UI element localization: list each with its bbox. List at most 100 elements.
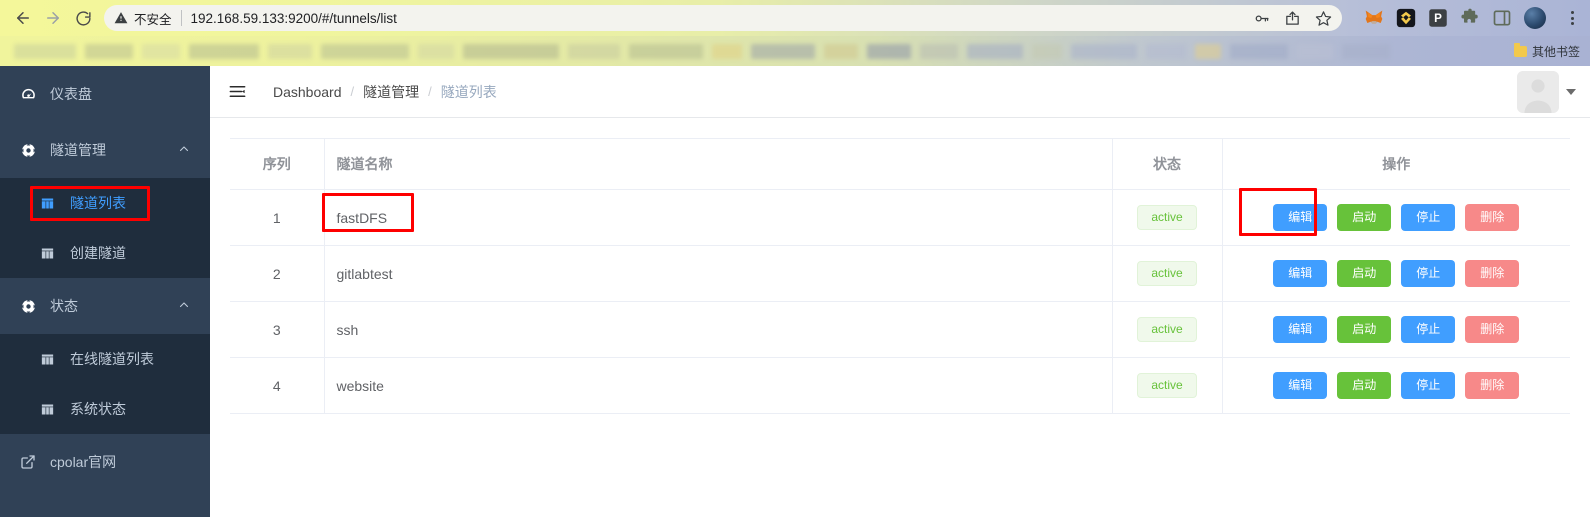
table-row[interactable]: 3 ssh active 编辑 启动 停止 删除: [230, 301, 1570, 358]
other-bookmarks-button[interactable]: 其他书签: [1513, 43, 1590, 60]
edit-button[interactable]: 编辑: [1273, 259, 1328, 288]
sidebar-item-tunnel-list[interactable]: 隧道列表: [0, 178, 210, 228]
sidebar-item-dashboard[interactable]: 仪表盘: [0, 66, 210, 122]
sidebar-item-label: 状态: [50, 298, 78, 314]
back-arrow-icon[interactable]: [8, 3, 38, 33]
grid-table-icon: [40, 246, 62, 261]
address-bar[interactable]: 不安全 192.168.59.133:9200/#/tunnels/list: [104, 5, 1342, 31]
delete-button[interactable]: 删除: [1465, 259, 1520, 288]
sidebar-item-online-tunnel-list[interactable]: 在线隧道列表: [0, 334, 210, 384]
column-header-status: 状态: [1111, 138, 1223, 190]
stop-button[interactable]: 停止: [1401, 203, 1456, 232]
submenu-tunnel-management: 隧道列表 创建隧道: [0, 178, 210, 278]
start-button[interactable]: 启动: [1337, 259, 1392, 288]
browser-toolbar: 不安全 192.168.59.133:9200/#/tunnels/list P: [0, 0, 1590, 36]
user-avatar-icon[interactable]: [1517, 70, 1559, 113]
caret-down-icon[interactable]: [1566, 88, 1576, 95]
sidebar-item-label: 系统状态: [70, 401, 126, 417]
application-root: 仪表盘 隧道管理 隧道列表 创建隧道 状态 在线隧道列表 系统状态 cpolar…: [0, 66, 1590, 517]
sidebar-item-cpolar-website[interactable]: cpolar官网: [0, 434, 210, 490]
omnibox-divider: [180, 10, 182, 26]
table-row[interactable]: 4 website active 编辑 启动 停止 删除: [230, 357, 1570, 414]
status-badge: active: [1137, 260, 1197, 287]
breadcrumb-item-dashboard[interactable]: Dashboard: [273, 84, 342, 100]
start-button[interactable]: 启动: [1337, 203, 1392, 232]
cell-operations: 编辑 启动 停止 删除: [1222, 245, 1570, 302]
chevron-up-icon: [178, 142, 190, 158]
user-menu[interactable]: [1517, 70, 1576, 113]
extension-icons: P: [1350, 7, 1582, 29]
edit-button[interactable]: 编辑: [1273, 203, 1328, 232]
breadcrumb-item-tunnel-management[interactable]: 隧道管理: [363, 82, 419, 102]
sidebar-group-tunnel-management[interactable]: 隧道管理: [0, 122, 210, 178]
edit-button[interactable]: 编辑: [1273, 315, 1328, 344]
sidebar-item-label: 隧道列表: [70, 195, 126, 211]
profile-avatar-icon[interactable]: [1524, 7, 1546, 29]
breadcrumb-separator: /: [350, 84, 355, 99]
dashboard-gauge-icon: [20, 86, 44, 103]
sidebar-group-status[interactable]: 状态: [0, 278, 210, 334]
cell-seq: 2: [230, 245, 325, 302]
status-badge: active: [1137, 204, 1197, 231]
stop-button[interactable]: 停止: [1401, 315, 1456, 344]
bitkeep-wallet-icon[interactable]: [1396, 8, 1416, 28]
grid-table-icon: [40, 196, 62, 211]
delete-button[interactable]: 删除: [1465, 371, 1520, 400]
main-area: Dashboard / 隧道管理 / 隧道列表 序列 隧道名称 状态 操作 1 …: [210, 66, 1590, 517]
security-label: 不安全: [134, 12, 172, 27]
column-header-seq: 序列: [230, 138, 325, 190]
reload-icon[interactable]: [68, 3, 98, 33]
breadcrumb-item-tunnel-list: 隧道列表: [440, 83, 497, 100]
tunnel-node-icon: [20, 142, 44, 159]
cell-operations: 编辑 启动 停止 删除: [1222, 189, 1570, 246]
security-indicator[interactable]: 不安全: [114, 9, 172, 28]
metamask-fox-icon[interactable]: [1364, 8, 1384, 28]
collapse-menu-icon[interactable]: [228, 82, 247, 101]
sidebar: 仪表盘 隧道管理 隧道列表 创建隧道 状态 在线隧道列表 系统状态 cpolar…: [0, 66, 210, 517]
start-button[interactable]: 启动: [1337, 371, 1392, 400]
table-body: 1 fastDFS active 编辑 启动 停止 删除 2 gitlabtes…: [230, 189, 1570, 414]
cell-status: active: [1111, 245, 1223, 302]
table-header: 序列 隧道名称 状态 操作: [230, 138, 1570, 190]
cell-seq: 4: [230, 357, 325, 414]
column-header-operations: 操作: [1222, 138, 1570, 190]
sidebar-item-label: 仪表盘: [50, 86, 92, 102]
sidebar-item-label: 在线隧道列表: [70, 351, 154, 367]
other-bookmarks-label: 其他书签: [1531, 44, 1580, 59]
tunnels-table: 序列 隧道名称 状态 操作 1 fastDFS active 编辑 启动 停止 …: [230, 138, 1570, 414]
blurred-bookmarks: [0, 43, 1514, 59]
bookmark-star-icon[interactable]: [1315, 10, 1332, 27]
cell-seq: 3: [230, 301, 325, 358]
folder-icon: [1513, 43, 1527, 57]
three-dot-menu-icon[interactable]: [1562, 11, 1582, 25]
table-row[interactable]: 2 gitlabtest active 编辑 启动 停止 删除: [230, 245, 1570, 302]
svg-text:P: P: [1434, 12, 1442, 25]
top-navbar: Dashboard / 隧道管理 / 隧道列表: [210, 66, 1590, 118]
cell-tunnel-name: website: [324, 357, 1112, 414]
edit-button[interactable]: 编辑: [1273, 371, 1328, 400]
sidebar-item-label: 隧道管理: [50, 142, 106, 158]
stop-button[interactable]: 停止: [1401, 259, 1456, 288]
stop-button[interactable]: 停止: [1401, 371, 1456, 400]
delete-button[interactable]: 删除: [1465, 315, 1520, 344]
sidebar-item-create-tunnel[interactable]: 创建隧道: [0, 228, 210, 278]
tunnel-name-text-1: fastDFS: [336, 209, 388, 226]
forward-arrow-icon[interactable]: [38, 3, 68, 33]
breadcrumb-separator: /: [428, 84, 432, 99]
extensions-puzzle-icon[interactable]: [1460, 8, 1480, 28]
table-row[interactable]: 1 fastDFS active 编辑 启动 停止 删除: [230, 189, 1570, 246]
share-icon[interactable]: [1284, 10, 1301, 27]
breadcrumb: Dashboard / 隧道管理 / 隧道列表: [273, 82, 497, 102]
side-panel-icon[interactable]: [1492, 8, 1512, 28]
pocket-p-icon[interactable]: P: [1428, 8, 1448, 28]
password-key-icon[interactable]: [1253, 10, 1270, 27]
cell-seq: 1: [230, 189, 325, 246]
start-button[interactable]: 启动: [1337, 315, 1392, 344]
sidebar-item-system-status[interactable]: 系统状态: [0, 384, 210, 434]
cell-status: active: [1111, 301, 1223, 358]
external-link-icon: [20, 454, 44, 470]
status-badge: active: [1137, 372, 1197, 399]
bookmarks-bar: 其他书签: [0, 36, 1590, 66]
delete-button[interactable]: 删除: [1465, 203, 1520, 232]
url-text[interactable]: 192.168.59.133:9200/#/tunnels/list: [191, 11, 1245, 26]
